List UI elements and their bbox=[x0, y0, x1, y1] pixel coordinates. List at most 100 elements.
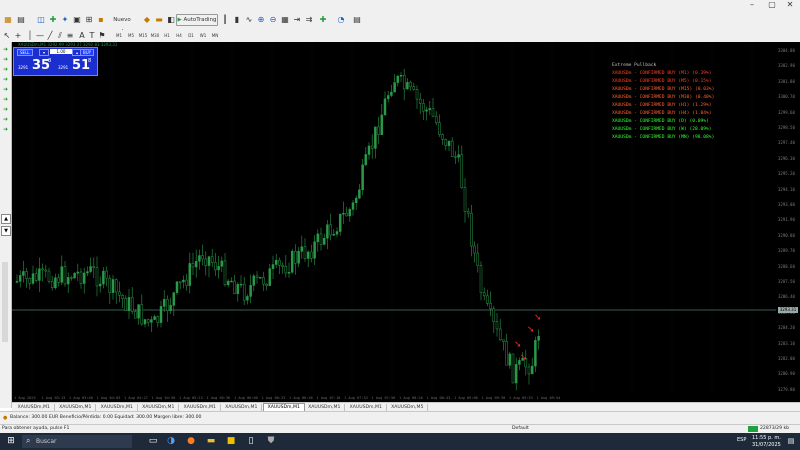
task-view-icon[interactable]: ▭ bbox=[146, 435, 160, 448]
clock-time[interactable]: 11:55 p. m. bbox=[752, 435, 781, 441]
candle-body bbox=[287, 271, 291, 274]
chart-tab[interactable]: XAUUSDm,M1 bbox=[56, 404, 96, 411]
label-tool-icon[interactable]: T bbox=[88, 30, 96, 42]
edge-browser-icon[interactable]: ◑ bbox=[164, 435, 178, 448]
metatrader-icon[interactable]: ■ bbox=[224, 435, 238, 448]
notifications-icon[interactable]: ▤ bbox=[784, 435, 798, 448]
candle-body bbox=[326, 224, 329, 239]
lot-decrease-button[interactable]: ▾ bbox=[39, 49, 49, 56]
cursor-icon[interactable]: ↖ bbox=[3, 30, 11, 42]
chart-tab[interactable]: XAUUSDm,M1 bbox=[305, 404, 345, 411]
overlay-line: XAUUSDm - CONFIRMED BUY (H4) (1.84%) bbox=[612, 111, 712, 116]
panel-arrow-icon[interactable]: ➜ bbox=[2, 66, 9, 73]
bar-chart-icon[interactable]: ┃ bbox=[220, 14, 230, 26]
candle-body bbox=[127, 297, 131, 312]
candle-body bbox=[303, 246, 307, 259]
profiles-icon[interactable]: ▤ bbox=[16, 14, 26, 26]
panel-arrow-icon[interactable]: ➜ bbox=[2, 46, 9, 53]
sell-button[interactable]: SELL bbox=[17, 49, 33, 56]
panel-arrow-icon[interactable]: ➜ bbox=[2, 56, 9, 63]
templates-icon[interactable]: ▤ bbox=[352, 14, 362, 26]
candle-body bbox=[428, 108, 432, 111]
timeframe-button[interactable]: M15 bbox=[138, 30, 148, 41]
new-order-icon[interactable]: ▪ bbox=[96, 14, 106, 26]
candle-body bbox=[508, 353, 512, 366]
buy-button[interactable]: BUY bbox=[80, 49, 95, 56]
trendline-icon[interactable]: ╱ bbox=[46, 30, 54, 42]
windows-start-icon[interactable]: ⊞ bbox=[4, 435, 18, 448]
overlay-line: XAUUSDm - CONFIRMED BUY (M30) (0.48%) bbox=[612, 95, 715, 100]
candlestick-icon[interactable]: ▮ bbox=[232, 14, 242, 26]
price-tick-label: 3287.50 bbox=[778, 279, 795, 284]
timeframe-button[interactable]: H4 bbox=[174, 30, 184, 41]
periods-icon[interactable]: ◔ bbox=[336, 14, 346, 26]
maximize-button[interactable]: ▢ bbox=[762, 0, 782, 10]
autoscroll-icon[interactable]: ⇉ bbox=[304, 14, 314, 26]
terminal-icon[interactable]: ▣ bbox=[72, 14, 82, 26]
timeframe-button[interactable]: D1 bbox=[186, 30, 196, 41]
firefox-icon[interactable]: ● bbox=[184, 435, 198, 448]
side-scrollbar[interactable] bbox=[2, 262, 8, 342]
vertical-line-icon[interactable]: │ bbox=[26, 30, 34, 42]
timeframe-button[interactable]: H1 bbox=[162, 30, 172, 41]
candle-body bbox=[95, 267, 99, 287]
app-icon[interactable]: ▯ bbox=[244, 435, 258, 448]
chart-tab[interactable]: XAUUSDm,M1 bbox=[14, 404, 55, 411]
crosshair-icon[interactable]: + bbox=[14, 30, 22, 42]
tester-icon[interactable]: ⊞ bbox=[84, 14, 94, 26]
overlay-line: XAUUSDm - CONFIRMED BUY (MN) (98.08%) bbox=[612, 135, 715, 140]
close-button[interactable]: ✕ bbox=[780, 0, 800, 10]
candle-body bbox=[134, 311, 137, 319]
data-window-icon[interactable]: ✚ bbox=[48, 14, 58, 26]
channel-icon[interactable]: ⫽ bbox=[56, 30, 64, 42]
timeframe-button[interactable]: M5 bbox=[126, 30, 136, 41]
new-chart-icon[interactable]: ▦ bbox=[3, 14, 13, 26]
panel-arrow-icon[interactable]: ➜ bbox=[2, 96, 9, 103]
taskbar-search-box[interactable]: ⌕ Buscar bbox=[22, 435, 132, 448]
autotrading-button[interactable]: ▶ AutoTrading bbox=[176, 14, 218, 26]
tile-windows-icon[interactable]: ▦ bbox=[280, 14, 290, 26]
file-explorer-icon[interactable]: ▬ bbox=[204, 435, 218, 448]
meta-editor-icon[interactable]: ◆ bbox=[142, 14, 152, 26]
panel-arrow-icon[interactable]: ➜ bbox=[2, 76, 9, 83]
fibonacci-icon[interactable]: ≡ bbox=[66, 30, 74, 42]
timeframe-button[interactable]: W1 bbox=[198, 30, 208, 41]
chart-tab[interactable]: XAUUSDm,M1 bbox=[139, 404, 179, 411]
panel-arrow-icon[interactable]: ➜ bbox=[2, 116, 9, 123]
text-tool-icon[interactable]: A bbox=[78, 30, 86, 42]
timeframe-button[interactable]: M30 bbox=[150, 30, 160, 41]
candle-body bbox=[271, 264, 275, 269]
panel-arrow-icon[interactable]: ➜ bbox=[2, 106, 9, 113]
scroll-up-button[interactable]: ▲ bbox=[1, 214, 11, 224]
timeframe-button[interactable]: MN bbox=[210, 30, 220, 41]
arrow-tool-icon[interactable]: ⚑ bbox=[98, 30, 106, 42]
chart-tab[interactable]: XAUUSDm,M5 bbox=[388, 404, 428, 411]
panel-arrow-icon[interactable]: ➜ bbox=[2, 86, 9, 93]
zoom-out-icon[interactable]: ⊖ bbox=[268, 14, 278, 26]
scroll-down-button[interactable]: ▼ bbox=[1, 226, 11, 236]
candle-body bbox=[297, 251, 300, 264]
chart-shift-icon[interactable]: ⇥ bbox=[292, 14, 302, 26]
chart-tab[interactable]: XAUUSDm,M1 bbox=[222, 404, 262, 411]
market-watch-icon[interactable]: ◫ bbox=[36, 14, 46, 26]
lot-input[interactable]: 1.00 bbox=[50, 49, 72, 54]
zoom-in-icon[interactable]: ⊕ bbox=[256, 14, 266, 26]
folder-icon[interactable]: ▬ bbox=[154, 14, 164, 26]
timeframe-button[interactable]: M1 bbox=[114, 30, 124, 41]
candle-body bbox=[412, 86, 416, 90]
navigator-icon[interactable]: ✦ bbox=[60, 14, 70, 26]
clock-date[interactable]: 31/07/2025 bbox=[752, 442, 781, 448]
minimize-button[interactable]: – bbox=[742, 0, 762, 10]
line-chart-icon[interactable]: ∿ bbox=[244, 14, 254, 26]
time-tick-label: 1 Aug 05:13 bbox=[179, 396, 203, 400]
language-indicator[interactable]: ESP bbox=[737, 437, 746, 443]
chart-tab[interactable]: XAUUSDm,M1 bbox=[180, 404, 221, 411]
chart-tab[interactable]: XAUUSDm,M1 bbox=[346, 404, 387, 411]
signals-icon[interactable]: ◧ bbox=[166, 14, 176, 26]
panel-arrow-icon[interactable]: ➜ bbox=[2, 126, 9, 133]
indicators-icon[interactable]: ✚ bbox=[318, 14, 328, 26]
new-order-button[interactable]: Nuevo orden bbox=[106, 14, 138, 35]
chart-tab[interactable]: XAUUSDm,M1 bbox=[97, 404, 138, 411]
horizontal-line-icon[interactable]: — bbox=[36, 30, 44, 42]
shield-icon[interactable]: ⛊ bbox=[264, 435, 278, 448]
